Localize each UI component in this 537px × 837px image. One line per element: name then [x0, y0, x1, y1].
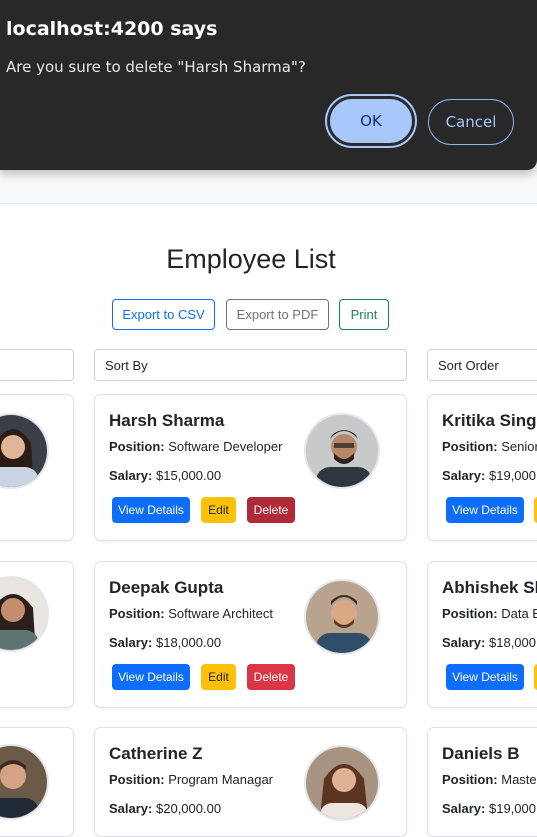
- dialog-message: Are you sure to delete "Harsh Sharma"?: [6, 58, 306, 76]
- salary-label: Salary:: [442, 635, 486, 650]
- avatar: [0, 744, 49, 820]
- sort-order-label: Sort Order: [438, 357, 499, 373]
- position-value: Software Developer: [168, 439, 283, 454]
- salary-value: $15,000.00: [156, 468, 222, 483]
- export-csv-button[interactable]: Export to CSV: [112, 299, 215, 330]
- employee-salary: Salary: $20,000.00: [109, 801, 221, 816]
- employee-salary: Salary: $15,000.00: [109, 468, 221, 483]
- edit-button[interactable]: Edit: [201, 664, 236, 690]
- salary-label: Salary:: [109, 801, 153, 816]
- employee-card-deepak-gupta: Deepak Gupta Position: Software Architec…: [94, 561, 407, 708]
- position-label: Position:: [109, 606, 165, 621]
- view-details-button[interactable]: View Details: [446, 664, 524, 690]
- view-details-button[interactable]: View Details: [112, 664, 190, 690]
- employee-name: Daniels B: [442, 744, 520, 763]
- sort-by-select[interactable]: Sort By: [94, 349, 407, 381]
- avatar: [0, 576, 49, 652]
- employee-card: [0, 561, 74, 708]
- employee-name: Harsh Sharma: [109, 411, 225, 430]
- sort-order-select[interactable]: Sort Order: [427, 349, 537, 381]
- employee-salary: Salary: $18,000.00: [109, 635, 221, 650]
- employee-card-daniels-b: Daniels B Position: Master Salary: $19,0…: [427, 727, 537, 837]
- cancel-button[interactable]: Cancel: [428, 99, 514, 145]
- employee-position: Position: Program Managar: [109, 772, 273, 787]
- employee-name: Deepak Gupta: [109, 578, 224, 597]
- employee-salary: Salary: $19,000.00: [442, 468, 537, 483]
- employee-name: Kritika Singh: [442, 411, 537, 430]
- employee-position: Position: Senior: [442, 439, 537, 454]
- employee-name: Catherine Z: [109, 744, 203, 763]
- salary-label: Salary:: [109, 635, 153, 650]
- position-value: Software Architect: [168, 606, 274, 621]
- employee-card-catherine-z: Catherine Z Position: Program Managar Sa…: [94, 727, 407, 837]
- avatar: [304, 413, 380, 489]
- salary-value: $18,000.: [489, 635, 537, 650]
- sort-by-label: Sort By: [105, 357, 148, 373]
- employee-position: Position: Master: [442, 772, 537, 787]
- salary-value: $19,000.00: [489, 468, 537, 483]
- delete-button[interactable]: Delete: [247, 664, 295, 690]
- position-label: Position:: [442, 606, 498, 621]
- employee-position: Position: Software Architect: [109, 606, 273, 621]
- salary-label: Salary:: [109, 468, 153, 483]
- position-value: Master: [501, 772, 537, 787]
- dialog-title: localhost:4200 says: [6, 18, 218, 40]
- employee-salary: Salary: $18,000.: [442, 635, 537, 650]
- employee-position: Position: Software Developer: [109, 439, 282, 454]
- salary-value: $20,000.00: [156, 801, 222, 816]
- ok-button[interactable]: OK: [327, 96, 415, 146]
- position-label: Position:: [442, 772, 498, 787]
- avatar: [0, 413, 49, 489]
- position-value: Data E: [501, 606, 537, 621]
- employee-card-harsh-sharma: Harsh Sharma Position: Software Develope…: [94, 394, 407, 541]
- export-pdf-button[interactable]: Export to PDF: [226, 299, 329, 330]
- employee-card: [0, 727, 74, 837]
- employee-card: [0, 394, 74, 541]
- position-value: Program Managar: [168, 772, 274, 787]
- delete-button[interactable]: Delete: [247, 497, 295, 523]
- employee-card-kritika-singh: Kritika Singh Position: Senior Salary: $…: [427, 394, 537, 541]
- print-button[interactable]: Print: [339, 299, 389, 330]
- avatar: [304, 579, 380, 655]
- salary-value: $18,000.00: [156, 635, 222, 650]
- view-details-button[interactable]: View Details: [112, 497, 190, 523]
- employee-salary: Salary: $19,000.: [442, 801, 537, 816]
- view-details-button[interactable]: View Details: [446, 497, 524, 523]
- employee-card-abhishek: Abhishek Sh Position: Data E Salary: $18…: [427, 561, 537, 708]
- employee-position: Position: Data E: [442, 606, 537, 621]
- employee-name: Abhishek Sh: [442, 578, 537, 597]
- position-label: Position:: [442, 439, 498, 454]
- salary-label: Salary:: [442, 468, 486, 483]
- salary-value: $19,000.: [489, 801, 537, 816]
- position-label: Position:: [109, 439, 165, 454]
- page-title: Employee List: [166, 244, 336, 274]
- salary-label: Salary:: [442, 801, 486, 816]
- alert-dialog: localhost:4200 says Are you sure to dele…: [0, 0, 537, 170]
- position-value: Senior: [501, 439, 537, 454]
- edit-button[interactable]: Edit: [201, 497, 236, 523]
- navbar: [0, 170, 537, 204]
- search-input[interactable]: [0, 349, 74, 381]
- position-label: Position:: [109, 772, 165, 787]
- avatar: [304, 745, 380, 821]
